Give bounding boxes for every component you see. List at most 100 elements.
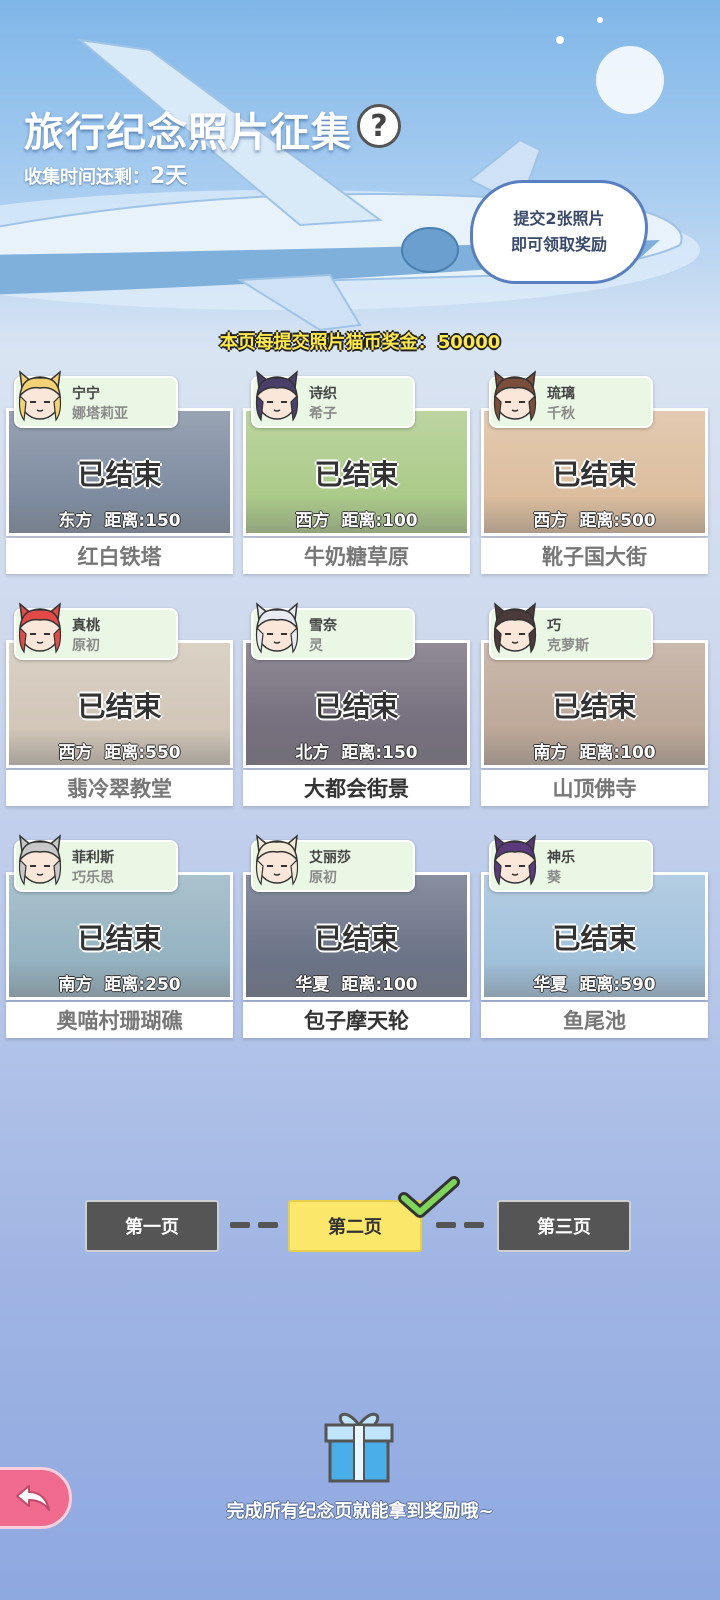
footer-hint: 完成所有纪念页就能拿到奖励哦~ bbox=[226, 1501, 494, 1522]
direction-label: 华夏 bbox=[533, 975, 568, 995]
direction-label: 南方 bbox=[533, 743, 568, 763]
location-photo: 已结束南方 距离:100 bbox=[484, 643, 705, 765]
status-label: 已结束 bbox=[552, 690, 637, 723]
checkmark-icon bbox=[398, 1176, 460, 1218]
character-subname: 原初 bbox=[309, 870, 337, 886]
pager-dash bbox=[464, 1222, 484, 1228]
direction-label: 西方 bbox=[58, 743, 93, 763]
direction-distance: 南方 距离:100 bbox=[484, 738, 705, 763]
direction-distance: 西方 距离:500 bbox=[484, 506, 705, 531]
page-2-label: 第二页 bbox=[328, 1217, 382, 1238]
direction-distance: 南方 距离:250 bbox=[9, 970, 230, 995]
status-label: 已结束 bbox=[77, 922, 162, 955]
character-avatar bbox=[255, 834, 299, 886]
gift-icon[interactable] bbox=[322, 1405, 396, 1485]
distance-label: 距离:100 bbox=[341, 511, 418, 531]
character-avatar bbox=[493, 834, 537, 886]
pager-dash bbox=[436, 1222, 456, 1228]
page-1-label: 第一页 bbox=[125, 1217, 179, 1238]
location-photo: 已结束东方 距离:150 bbox=[9, 411, 230, 533]
location-photo: 已结束西方 距离:550 bbox=[9, 643, 230, 765]
photo-card[interactable]: 已结束 西方 距离:500 靴子国大街 琉璃 千秋 bbox=[481, 370, 708, 580]
page-1-button[interactable]: 第一页 bbox=[85, 1200, 219, 1252]
distance-label: 距离:500 bbox=[579, 511, 656, 531]
location-photo: 已结束北方 距离:150 bbox=[246, 643, 467, 765]
location-name: 包子摩天轮 bbox=[243, 1002, 470, 1038]
direction-label: 北方 bbox=[295, 743, 330, 763]
bubble-line2: 即可领取奖励 bbox=[510, 235, 607, 254]
back-arrow-icon bbox=[16, 1485, 50, 1511]
pager-dash bbox=[258, 1222, 278, 1228]
direction-distance: 西方 距离:100 bbox=[246, 506, 467, 531]
direction-label: 南方 bbox=[58, 975, 93, 995]
distance-label: 距离:150 bbox=[341, 743, 418, 763]
location-name: 翡冷翠教堂 bbox=[6, 770, 233, 806]
countdown: 收集时间还剩：2天 bbox=[24, 158, 187, 190]
character-avatar bbox=[255, 370, 299, 422]
character-subname: 巧乐思 bbox=[72, 870, 114, 886]
photo-card[interactable]: 已结束 华夏 距离:590 鱼尾池 神乐葵 bbox=[481, 834, 708, 1044]
character-avatar bbox=[493, 370, 537, 422]
status-label: 已结束 bbox=[314, 690, 399, 723]
status-label: 已结束 bbox=[77, 690, 162, 723]
distance-label: 距离:550 bbox=[104, 743, 181, 763]
location-name: 鱼尾池 bbox=[481, 1002, 708, 1038]
character-subname: 希子 bbox=[309, 406, 337, 422]
character-name: 真桃 bbox=[72, 618, 100, 634]
location-name: 大都会街景 bbox=[243, 770, 470, 806]
status-label: 已结束 bbox=[552, 458, 637, 491]
help-button[interactable]: ? bbox=[357, 104, 401, 148]
character-subname: 克萝斯 bbox=[547, 638, 589, 654]
direction-distance: 华夏 距离:100 bbox=[246, 970, 467, 995]
character-name: 琉璃 bbox=[547, 386, 575, 402]
direction-label: 东方 bbox=[58, 511, 93, 531]
character-avatar bbox=[255, 602, 299, 654]
photo-card[interactable]: 已结束西方 距离:550 翡冷翠教堂 真桃原初 bbox=[6, 602, 233, 812]
direction-label: 西方 bbox=[295, 511, 330, 531]
photo-card[interactable]: 已结束 西方 距离:100 牛奶糖草原 诗织 希子 bbox=[243, 370, 470, 580]
photo-card[interactable]: 已结束 东方 距离:150 红白铁塔 宁宁 娜塔莉亚 bbox=[6, 370, 233, 580]
distance-label: 距离:150 bbox=[104, 511, 181, 531]
location-name: 山顶佛寺 bbox=[481, 770, 708, 806]
countdown-value: 2天 bbox=[150, 164, 188, 189]
photo-card[interactable]: 已结束华夏 距离:100 包子摩天轮 艾丽莎原初 bbox=[243, 834, 470, 1044]
photo-card[interactable]: 已结束 北方 距离:150 大都会街景 雪奈灵 bbox=[243, 602, 470, 812]
photo-card[interactable]: 已结束南方 距离:250 奥喵村珊瑚礁 菲利斯巧乐思 bbox=[6, 834, 233, 1044]
page-bonus: 本页每提交照片猫币奖金： 50000 bbox=[0, 328, 720, 354]
page-title-block: 旅行纪念照片征集 bbox=[24, 100, 352, 158]
location-photo: 已结束南方 距离:250 bbox=[9, 875, 230, 997]
character-avatar bbox=[493, 602, 537, 654]
character-subname: 灵 bbox=[309, 638, 323, 654]
bonus-label: 本页每提交照片猫币奖金： bbox=[219, 332, 436, 353]
bubble-line1: 提交2张照片 bbox=[513, 209, 605, 228]
character-name: 菲利斯 bbox=[72, 850, 114, 866]
direction-label: 西方 bbox=[533, 511, 568, 531]
location-name: 靴子国大街 bbox=[481, 538, 708, 574]
direction-distance: 华夏 距离:590 bbox=[484, 970, 705, 995]
location-photo: 已结束华夏 距离:100 bbox=[246, 875, 467, 997]
status-label: 已结束 bbox=[77, 458, 162, 491]
back-button[interactable] bbox=[0, 1467, 72, 1529]
photo-card[interactable]: 已结束南方 距离:100 山顶佛寺 巧克萝斯 bbox=[481, 602, 708, 812]
character-name: 艾丽莎 bbox=[309, 850, 351, 866]
direction-distance: 东方 距离:150 bbox=[9, 506, 230, 531]
page-title: 旅行纪念照片征集 bbox=[24, 110, 352, 156]
direction-label: 华夏 bbox=[295, 975, 330, 995]
status-label: 已结束 bbox=[314, 922, 399, 955]
character-subname: 葵 bbox=[547, 870, 561, 886]
character-avatar bbox=[18, 602, 62, 654]
location-name: 牛奶糖草原 bbox=[243, 538, 470, 574]
direction-distance: 西方 距离:550 bbox=[9, 738, 230, 763]
page-3-button[interactable]: 第三页 bbox=[497, 1200, 631, 1252]
page-3-label: 第三页 bbox=[537, 1217, 591, 1238]
bonus-value: 50000 bbox=[437, 332, 501, 353]
location-photo: 已结束西方 距离:500 bbox=[484, 411, 705, 533]
location-name: 红白铁塔 bbox=[6, 538, 233, 574]
character-subname: 原初 bbox=[72, 638, 100, 654]
character-avatar bbox=[18, 370, 62, 422]
location-name: 奥喵村珊瑚礁 bbox=[6, 1002, 233, 1038]
character-name: 巧 bbox=[547, 618, 561, 634]
character-subname: 娜塔莉亚 bbox=[72, 406, 128, 422]
reward-hint-bubble: 提交2张照片 即可领取奖励 bbox=[470, 180, 648, 284]
status-label: 已结束 bbox=[552, 922, 637, 955]
